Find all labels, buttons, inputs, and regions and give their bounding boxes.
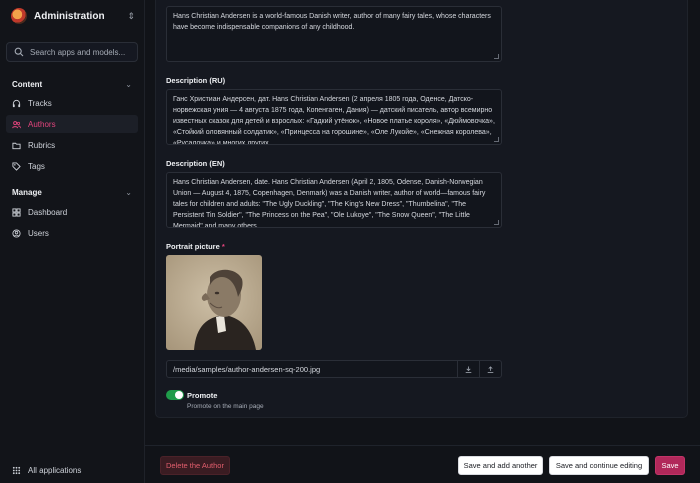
section-title: Content [12, 79, 43, 89]
chevron-down-icon: ⌄ [125, 187, 132, 197]
description-ru-text: Ганс Христиан Андерсен, дат. Hans Christ… [173, 96, 495, 145]
short-description-textarea[interactable]: Hans Christian Andersen is a world-famou… [166, 6, 502, 62]
description-ru-label: Description (RU) [166, 76, 226, 85]
sidebar-item-authors[interactable]: Authors [6, 115, 138, 133]
headphones-icon [12, 99, 21, 107]
app-title: Administration [34, 10, 105, 22]
portrait-file-path: /media/samples/author-andersen-sq-200.jp… [173, 364, 321, 374]
resize-handle-icon[interactable] [494, 137, 499, 142]
short-description-text: Hans Christian Andersen is a world-famou… [173, 13, 491, 31]
dashboard-icon [12, 207, 21, 217]
sidebar-item-label: Users [28, 228, 49, 238]
resize-handle-icon[interactable] [494, 220, 499, 225]
sidebar-search[interactable] [6, 42, 138, 62]
portrait-label-text: Portrait picture [166, 242, 220, 251]
grid-icon [12, 466, 21, 475]
description-en-label: Description (EN) [166, 159, 225, 168]
users-icon [12, 120, 21, 128]
description-en-text: Hans Christian Andersen, date. Hans Chri… [173, 179, 486, 228]
folder-icon [12, 142, 21, 149]
portrait-photo [166, 255, 262, 350]
user-circle-icon [12, 228, 21, 238]
sidebar: Administration ⇕ Content ⌄ Tracks Author… [0, 0, 145, 483]
delete-button[interactable]: Delete the Author [160, 456, 230, 475]
section-manage-header[interactable]: Manage ⌄ [12, 186, 132, 198]
save-and-continue-button[interactable]: Save and continue editing [549, 456, 649, 475]
sidebar-item-rubrics[interactable]: Rubrics [6, 136, 138, 154]
app-logo-icon [11, 8, 27, 24]
description-en-textarea[interactable]: Hans Christian Andersen, date. Hans Chri… [166, 172, 502, 228]
save-and-add-another-button[interactable]: Save and add another [458, 456, 543, 475]
sidebar-item-tags[interactable]: Tags [6, 157, 138, 175]
sidebar-item-label: Tags [28, 161, 45, 171]
all-applications-link[interactable]: All applications [12, 466, 81, 475]
upload-button[interactable] [479, 361, 501, 377]
tag-icon [12, 161, 21, 171]
chevron-up-down-icon: ⇕ [127, 10, 135, 21]
promote-label: Promote [187, 391, 218, 400]
all-applications-label: All applications [28, 466, 82, 475]
sidebar-item-label: Tracks [28, 98, 52, 108]
app-switcher[interactable]: Administration ⇕ [11, 8, 135, 24]
file-actions [457, 361, 501, 377]
search-input[interactable] [30, 47, 130, 57]
sidebar-item-dashboard[interactable]: Dashboard [6, 203, 138, 221]
main-content [145, 0, 700, 483]
search-icon [14, 47, 24, 57]
save-button[interactable]: Save [655, 456, 685, 475]
section-title: Manage [12, 187, 42, 197]
sidebar-item-label: Authors [28, 119, 56, 129]
section-content-header[interactable]: Content ⌄ [12, 78, 132, 90]
sidebar-item-label: Dashboard [28, 207, 68, 217]
download-icon [465, 365, 472, 373]
portrait-label: Portrait picture * [166, 242, 225, 251]
download-button[interactable] [457, 361, 479, 377]
promote-toggle[interactable] [166, 390, 184, 400]
promote-help-text: Promote on the main page [187, 403, 264, 410]
sidebar-item-users[interactable]: Users [6, 224, 138, 242]
chevron-down-icon: ⌄ [125, 79, 132, 89]
portrait-file-field[interactable]: /media/samples/author-andersen-sq-200.jp… [166, 360, 502, 378]
sidebar-item-tracks[interactable]: Tracks [6, 94, 138, 112]
portrait-preview-image [166, 255, 262, 350]
resize-handle-icon[interactable] [494, 54, 499, 59]
description-ru-textarea[interactable]: Ганс Христиан Андерсен, дат. Hans Christ… [166, 89, 502, 145]
required-marker: * [221, 242, 225, 251]
upload-icon [487, 365, 494, 373]
sidebar-item-label: Rubrics [28, 140, 56, 150]
